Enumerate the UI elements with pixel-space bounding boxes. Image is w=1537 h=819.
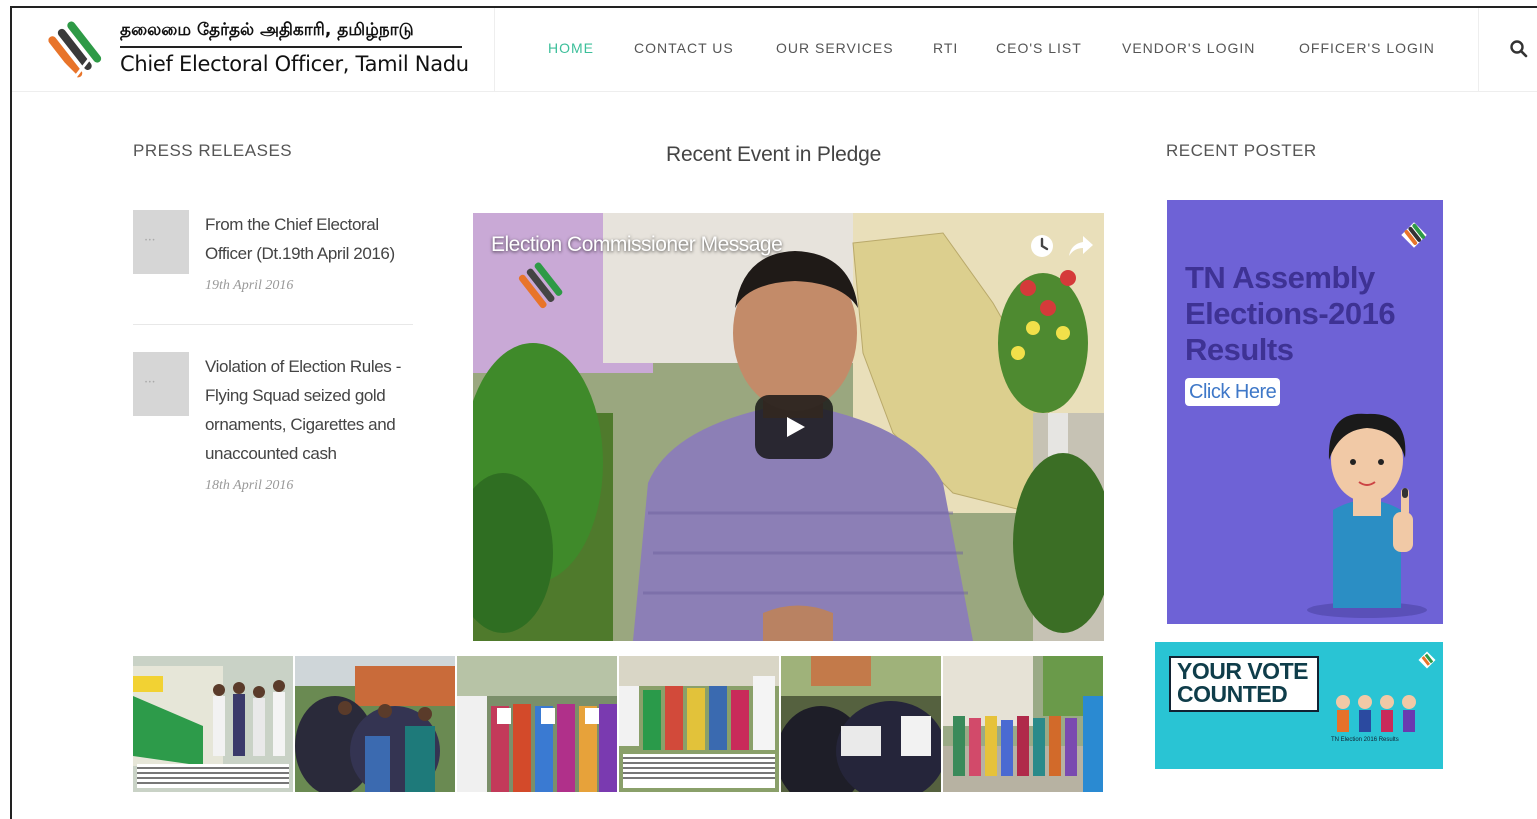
gallery-photo[interactable] xyxy=(619,656,779,792)
gallery-photo-image xyxy=(295,656,455,792)
results-poster[interactable]: TN Assembly Elections-2016 Results Click… xyxy=(1167,200,1443,624)
voter-illustration xyxy=(1307,413,1427,618)
nav-vendors-login[interactable]: VENDOR'S LOGIN xyxy=(1122,40,1255,56)
election-logo-icon xyxy=(1401,222,1427,248)
press-release-date: 18th April 2016 xyxy=(205,478,294,493)
election-logo-icon[interactable] xyxy=(46,18,106,84)
press-release-date: 19th April 2016 xyxy=(205,278,294,293)
recent-poster-heading: RECENT POSTER xyxy=(1166,141,1317,160)
poster-title: TN Assembly Elections-2016 Results xyxy=(1185,260,1396,367)
page-frame: தலைமை தேர்தல் அதிகாரி, தமிழ்நாடு Chief E… xyxy=(10,6,1537,819)
logo-divider xyxy=(120,46,462,48)
gallery-caption xyxy=(623,754,775,788)
nav-contact-us[interactable]: CONTACT US xyxy=(634,40,734,56)
event-photo-gallery xyxy=(133,656,1104,792)
site-header: தலைமை தேர்தல் அதிகாரி, தமிழ்நாடு Chief E… xyxy=(12,8,1537,92)
header-separator xyxy=(1478,8,1479,92)
play-icon xyxy=(787,417,805,437)
press-release-thumbnail[interactable]: • • • xyxy=(133,210,189,274)
gallery-photo-image xyxy=(457,656,617,792)
gallery-photo-image xyxy=(943,656,1103,792)
press-release-thumbnail[interactable]: • • • xyxy=(133,352,189,416)
press-release-title[interactable]: Violation of Election Rules - Flying Squ… xyxy=(205,352,415,468)
poster-caption: TN Election 2016 Results xyxy=(1331,737,1399,743)
gallery-photo[interactable] xyxy=(943,656,1103,792)
gallery-photo[interactable] xyxy=(781,656,941,792)
nav-rti[interactable]: RTI xyxy=(933,40,958,56)
nav-our-services[interactable]: OUR SERVICES xyxy=(776,40,894,56)
gallery-photo[interactable] xyxy=(457,656,617,792)
watch-later-icon[interactable] xyxy=(1029,233,1055,259)
nav-home[interactable]: HOME xyxy=(548,40,594,56)
play-button[interactable] xyxy=(755,395,833,459)
nav-ceos-list[interactable]: CEO'S LIST xyxy=(996,40,1082,56)
gallery-photo-image xyxy=(781,656,941,792)
voters-illustration xyxy=(1336,695,1416,732)
press-release-divider xyxy=(133,324,413,325)
election-logo-icon xyxy=(1418,651,1436,669)
search-icon[interactable] xyxy=(1508,38,1530,60)
site-title-tamil[interactable]: தலைமை தேர்தல் அதிகாரி, தமிழ்நாடு xyxy=(120,20,414,42)
nav-officers-login[interactable]: OFFICER'S LOGIN xyxy=(1299,40,1435,56)
share-icon[interactable] xyxy=(1067,233,1095,259)
gallery-caption xyxy=(137,764,289,788)
press-release-title[interactable]: From the Chief Electoral Officer (Dt.19t… xyxy=(205,210,415,268)
video-title[interactable]: Election Commissioner Message xyxy=(491,233,783,257)
header-separator xyxy=(494,8,495,92)
event-video-player[interactable]: Election Commissioner Message xyxy=(473,213,1104,641)
site-title-english[interactable]: Chief Electoral Officer, Tamil Nadu xyxy=(120,52,469,76)
click-here-button[interactable]: Click Here xyxy=(1185,378,1281,406)
gallery-photo[interactable] xyxy=(295,656,455,792)
poster-title: YOUR VOTE COUNTED xyxy=(1169,656,1319,712)
gallery-photo[interactable] xyxy=(133,656,293,792)
press-releases-heading: PRESS RELEASES xyxy=(133,141,293,160)
your-vote-counted-poster[interactable]: YOUR VOTE COUNTED TN Election 2016 Resul… xyxy=(1155,642,1443,769)
recent-event-heading: Recent Event in Pledge xyxy=(666,143,882,166)
